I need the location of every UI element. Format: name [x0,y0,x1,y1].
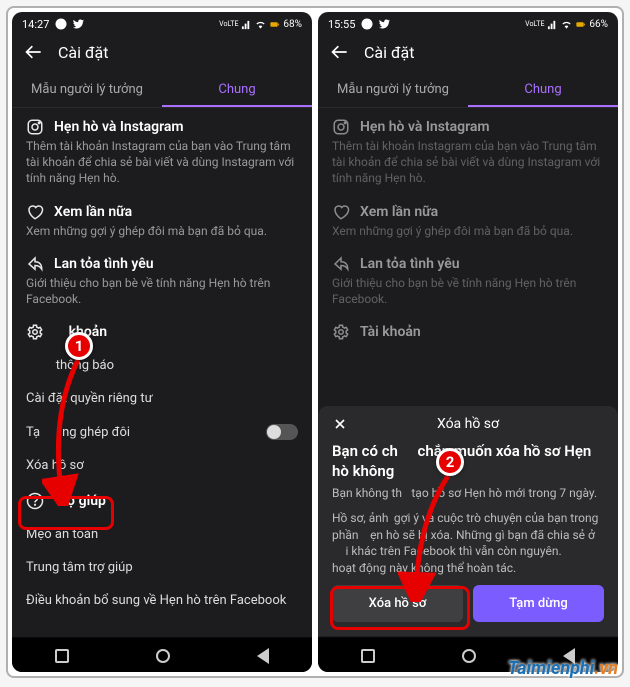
vol-lte-icon: VoLTE [219,21,238,28]
wifi-icon [255,19,266,30]
share-icon [332,255,350,273]
item-label: Tạm dng ghép đôi [26,425,130,440]
section-title: Tài khoản [360,324,421,340]
android-nav [12,637,312,672]
item-label: Xóa hồ sơ [26,458,84,473]
section-title: Lan tỏa tình yêu [360,256,460,272]
wifi-icon [561,19,572,30]
twitter-status-icon [73,18,85,30]
battery-icon [575,19,586,30]
instagram-icon [332,118,350,136]
section-desc: Thêm tài khoản Instagram của bạn vào Tru… [26,138,298,187]
section-desc: Xem những gợi ý ghép đôi mà bạn đã bỏ qu… [332,223,604,239]
status-bar: 14:27 VoLTE 68% [12,12,312,34]
heart-icon [332,203,350,221]
item-delete-profile[interactable]: Xóa hồ sơ [12,449,312,482]
pause-button[interactable]: Tạm dừng [473,585,604,622]
page-title: Cài đặt [58,43,108,62]
share-icon [26,255,44,273]
section-title: Xem lần nữa [360,204,438,220]
section-title: Trợ giúp [54,493,106,509]
signal-icon [241,19,252,30]
modal-heading: Bạn có chắc chắn muốn xóa hồ sơ Hẹn hò k… [332,442,604,481]
item-pause-matching[interactable]: Tạm dng ghép đôi [12,415,312,449]
item-terms[interactable]: Điều khoản bổ sung về Hẹn hò trên Facebo… [12,584,312,617]
section-desc: Thêm tài khoản Instagram của bạn vào Tru… [332,138,604,187]
section-spread-love: Lan tỏa tình yêu Giới thiệu cho bạn bè v… [318,245,618,313]
section-title: Hẹn hò và Instagram [54,119,184,135]
section-title: Hẹn hò và Instagram [360,119,490,135]
vol-lte-icon: VoLTE [525,21,544,28]
section-desc: Giới thiệu cho bạn bè về tính năng Hẹn h… [332,275,604,307]
item-privacy[interactable]: Cài đặt quyền riêng tư [12,382,312,415]
instagram-icon [26,118,44,136]
pause-toggle[interactable] [266,424,298,440]
item-label: Mẹo an toàn [26,527,98,542]
tab-ideal[interactable]: Mẫu người lý tưởng [12,72,162,107]
section-desc: Xem những gợi ý ghép đôi mà bạn đã bỏ qu… [26,223,298,239]
content-scroll[interactable]: Hẹn hò và Instagram Thêm tài khoản Insta… [12,108,312,637]
tabs: Mẫu người lý tưởng Chung [318,72,618,108]
help-icon [26,492,44,510]
recents-button[interactable] [55,649,69,663]
page-title: Cài đặt [364,43,414,62]
item-label: Cài đthông báo [26,358,114,373]
facebook-status-icon [55,18,67,30]
tabs: Mẫu người lý tưởng Chung [12,72,312,108]
section-account: T khoản [12,313,312,349]
annotation-badge-1: 1 [65,332,93,360]
home-button[interactable] [156,649,170,663]
heart-icon [26,203,44,221]
modal-title: Xóa hồ sơ [332,416,604,432]
facebook-status-icon [361,18,373,30]
status-time: 15:55 [328,18,355,31]
section-see-again[interactable]: Xem lần nữa Xem những gợi ý ghép đôi mà … [12,193,312,245]
close-icon[interactable] [332,416,348,432]
battery-icon [269,19,280,30]
status-bar: 15:55 VoLTE 66% [318,12,618,34]
modal-text-1: Bạn không thể tạo hồ sơ Hẹn hò mới trong… [332,485,604,502]
section-title: Xem lần nữa [54,204,132,220]
section-help: Trợ giúp [12,482,312,518]
recents-button[interactable] [361,649,375,663]
status-time: 14:27 [22,18,49,31]
app-bar: Cài đặt [12,34,312,72]
back-button[interactable] [257,648,269,664]
annotation-badge-2: 2 [436,448,464,476]
watermark: Taimienphi.vn [508,658,618,679]
gear-icon [26,323,44,341]
battery-percent: 68% [283,19,302,30]
section-see-again: Xem lần nữa Xem những gợi ý ghép đôi mà … [318,193,618,245]
section-spread-love[interactable]: Lan tỏa tình yêu Giới thiệu cho bạn bè v… [12,245,312,313]
modal-text-2: Hồ sơ, ảnh, gợi ý và cuộc trò chuyện của… [332,510,604,577]
gear-icon [332,323,350,341]
item-label: Cài đặt quyền riêng tư [26,391,153,406]
section-title: Lan tỏa tình yêu [54,256,154,272]
section-account: Tài khoản [318,313,618,349]
item-notifications[interactable]: Cài đthông báo [12,349,312,382]
tab-general[interactable]: Chung [162,72,312,107]
delete-profile-button[interactable]: Xóa hồ sơ [332,585,463,622]
item-label: Trung tâm trợ giúp [26,560,133,575]
section-instagram: Hẹn hò và Instagram Thêm tài khoản Insta… [318,108,618,193]
section-instagram[interactable]: Hẹn hò và Instagram Thêm tài khoản Insta… [12,108,312,193]
app-bar: Cài đặt [318,34,618,72]
item-safety-tips[interactable]: Mẹo an toàn [12,518,312,551]
tab-general[interactable]: Chung [468,72,618,107]
phone-right: 15:55 VoLTE 66% Cài đặt Mẫu người lý tưở… [318,12,618,672]
home-button[interactable] [462,649,476,663]
signal-icon [547,19,558,30]
phone-left: 14:27 VoLTE 68% Cài đặt Mẫu người lý tưở… [12,12,312,672]
delete-profile-modal: Xóa hồ sơ Bạn có chắc chắn muốn xóa hồ s… [318,406,618,636]
battery-percent: 66% [589,19,608,30]
twitter-status-icon [379,18,391,30]
back-icon[interactable] [24,42,44,62]
item-label: Điều khoản bổ sung về Hẹn hò trên Facebo… [26,593,286,608]
section-desc: Giới thiệu cho bạn bè về tính năng Hẹn h… [26,275,298,307]
item-support-center[interactable]: Trung tâm trợ giúp [12,551,312,584]
back-icon[interactable] [330,42,350,62]
tab-ideal[interactable]: Mẫu người lý tưởng [318,72,468,107]
